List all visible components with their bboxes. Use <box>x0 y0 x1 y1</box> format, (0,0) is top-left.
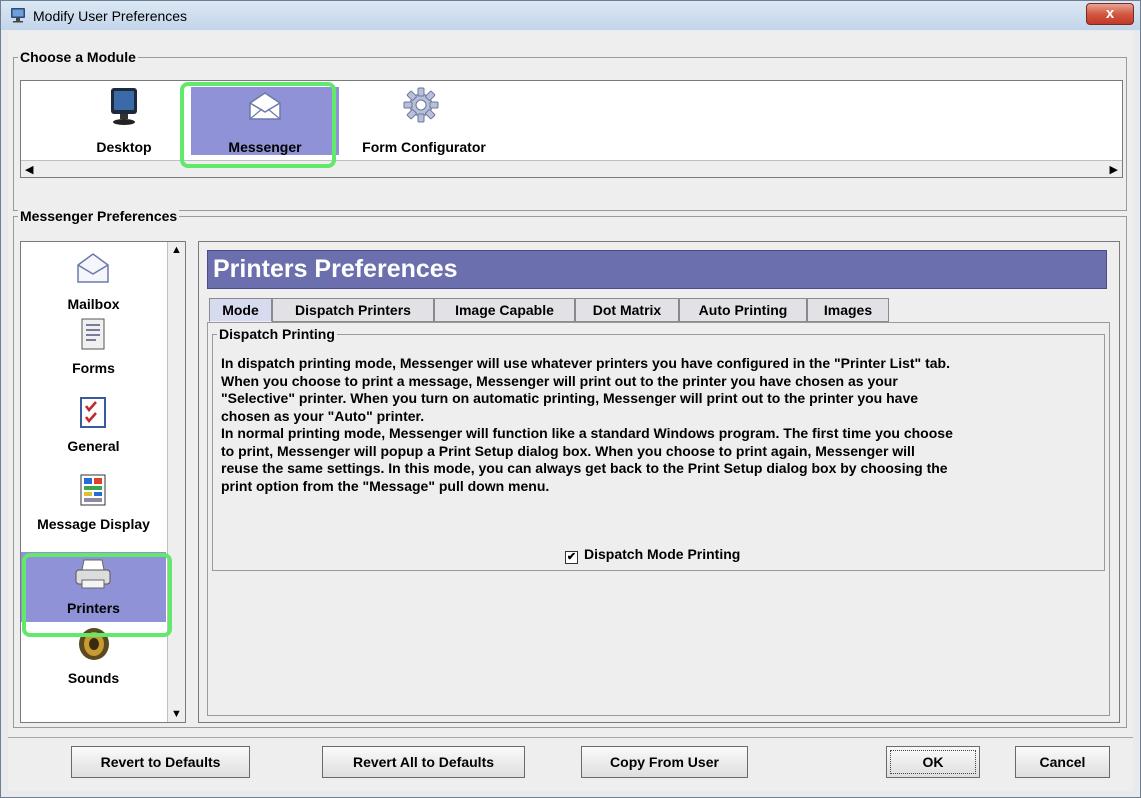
tab-mode[interactable]: Mode <box>209 298 272 322</box>
dispatch-printing-description: In dispatch printing mode, Messenger wil… <box>221 355 1091 495</box>
preferences-sidebar: Mailbox Forms General Message Display Pr… <box>20 241 186 723</box>
sidebar-item-message-display[interactable]: Message Display <box>21 472 166 552</box>
scroll-left-icon[interactable]: ◀ <box>25 163 33 176</box>
scroll-right-icon[interactable]: ▶ <box>1110 163 1118 176</box>
client-area: Choose a Module Desktop Messenger Form C… <box>8 31 1133 791</box>
sidebar-item-general[interactable]: General <box>21 394 166 472</box>
description-line: to print, Messenger will popup a Print S… <box>221 442 915 459</box>
checklist-icon <box>80 397 106 428</box>
description-line: print option from the "Message" pull dow… <box>221 477 550 494</box>
window-title: Modify User Preferences <box>33 8 188 24</box>
bottom-divider <box>8 737 1133 738</box>
tab-dot-matrix[interactable]: Dot Matrix <box>575 298 679 322</box>
revert-all-to-defaults-button[interactable]: Revert All to Defaults <box>322 746 525 778</box>
monitor-icon <box>111 88 137 125</box>
description-line: reuse the same settings. In this mode, y… <box>221 460 948 476</box>
dispatch-printing-group: Dispatch Printing In dispatch printing m… <box>212 326 1105 571</box>
printers-highlight-outline <box>22 553 172 637</box>
sidebar-item-forms[interactable]: Forms <box>21 316 166 394</box>
cancel-button[interactable]: Cancel <box>1015 746 1110 778</box>
messenger-highlight-outline <box>180 82 336 168</box>
copy-from-user-button[interactable]: Copy From User <box>581 746 748 778</box>
messenger-preferences-group: Messenger Preferences Mailbox Forms Gene… <box>13 208 1127 728</box>
form-document-icon <box>81 318 105 350</box>
message-display-icon <box>80 474 106 506</box>
sidebar-item-sounds[interactable]: Sounds <box>21 626 166 706</box>
sidebar-item-label: General <box>67 438 120 454</box>
preferences-header: Printers Preferences <box>207 250 1107 289</box>
app-monitor-icon <box>11 8 25 23</box>
scroll-down-icon[interactable]: ▼ <box>171 708 182 720</box>
choose-module-label: Choose a Module <box>18 49 138 65</box>
module-desktop[interactable]: Desktop <box>69 87 179 155</box>
module-form-configurator-label: Form Configurator <box>362 139 486 155</box>
sidebar-item-label: Forms <box>72 360 115 376</box>
choose-module-group: Choose a Module Desktop Messenger Form C… <box>13 49 1127 211</box>
scroll-up-icon[interactable]: ▲ <box>171 244 182 256</box>
revert-to-defaults-button[interactable]: Revert to Defaults <box>71 746 250 778</box>
dispatch-mode-printing-label: Dispatch Mode Printing <box>584 546 741 562</box>
sidebar-item-label: Mailbox <box>67 296 120 312</box>
envelope-icon <box>77 253 109 283</box>
dispatch-mode-printing-option[interactable]: ✔ Dispatch Mode Printing <box>565 546 740 564</box>
mode-tab-content: Dispatch Printing In dispatch printing m… <box>207 322 1110 716</box>
dispatch-mode-printing-checkbox[interactable]: ✔ <box>565 551 578 564</box>
sidebar-item-mailbox[interactable]: Mailbox <box>21 248 166 316</box>
title-bar[interactable]: Modify User Preferences x <box>1 1 1140 30</box>
module-desktop-label: Desktop <box>96 139 152 155</box>
tab-image-capable[interactable]: Image Capable <box>434 298 575 322</box>
sidebar-item-label: Message Display <box>37 516 150 532</box>
tab-images[interactable]: Images <box>807 298 889 322</box>
tab-dispatch-printers[interactable]: Dispatch Printers <box>272 298 434 322</box>
modify-user-preferences-window: Modify User Preferences x Choose a Modul… <box>0 0 1141 798</box>
messenger-preferences-label: Messenger Preferences <box>18 208 180 224</box>
description-line: When you choose to print a message, Mess… <box>221 372 898 389</box>
close-button[interactable]: x <box>1086 3 1134 25</box>
module-form-configurator[interactable]: Form Configurator <box>349 87 499 155</box>
description-line: In normal printing mode, Messenger will … <box>221 425 953 441</box>
preferences-panel: Printers Preferences Mode Dispatch Print… <box>198 241 1120 723</box>
description-line: In dispatch printing mode, Messenger wil… <box>221 355 950 371</box>
sidebar-vertical-scrollbar[interactable]: ▲ ▼ <box>167 242 185 722</box>
dispatch-printing-label: Dispatch Printing <box>217 326 337 342</box>
tab-auto-printing[interactable]: Auto Printing <box>679 298 807 322</box>
sidebar-item-label: Sounds <box>67 670 120 686</box>
gear-icon <box>403 87 439 123</box>
description-line: chosen as your "Auto" printer. <box>221 407 425 424</box>
description-line: "Selective" printer. When you turn on au… <box>221 390 919 406</box>
ok-button[interactable]: OK <box>886 746 980 778</box>
